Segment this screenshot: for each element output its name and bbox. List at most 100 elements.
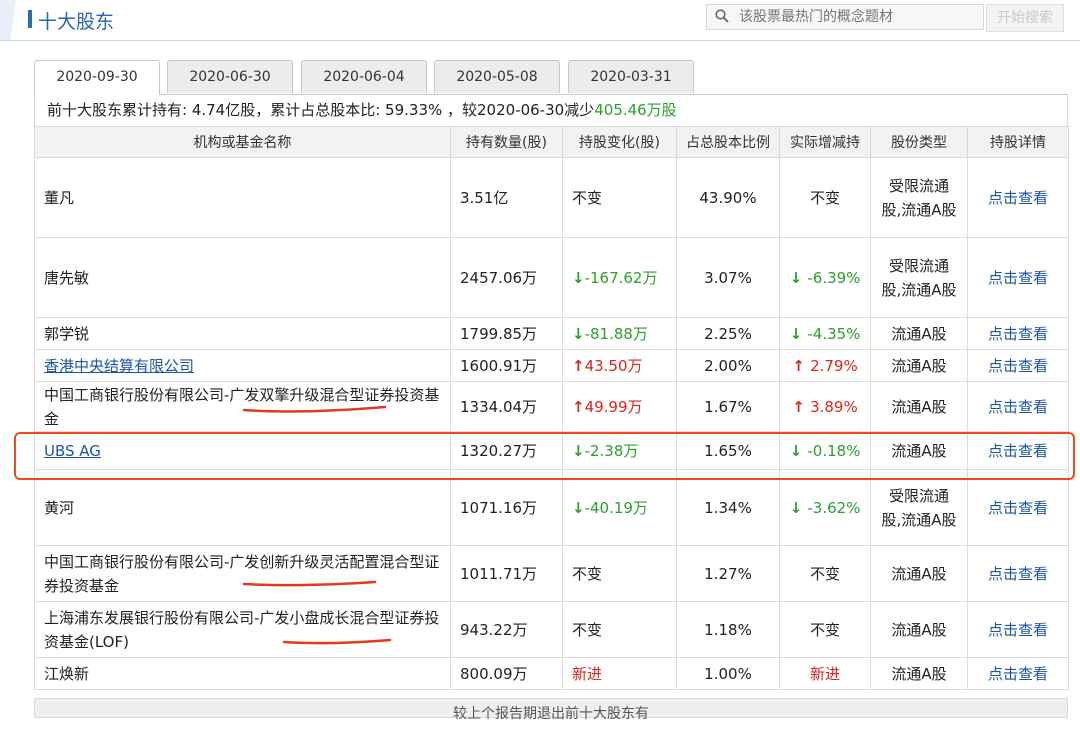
holding-change: 新进 [562, 657, 677, 690]
holder-name-link[interactable]: 香港中央结算有限公司 [44, 357, 194, 375]
actual-change: ↑ 3.89% [779, 381, 871, 432]
actual-change: ↓ -6.39% [779, 237, 871, 318]
share-ratio: 2.25% [676, 317, 780, 350]
arrow-up-icon: ↑ [792, 397, 811, 416]
holding-qty: 1600.91万 [450, 349, 563, 382]
arrow-down-icon: ↓ [789, 498, 808, 517]
share-ratio: 1.34% [676, 469, 780, 546]
view-detail-link[interactable]: 点击查看 [988, 269, 1048, 287]
header-stripe [0, 0, 16, 40]
holding-change: 不变 [562, 601, 677, 658]
holding-qty: 1320.27万 [450, 431, 563, 470]
share-type: 流通A股 [870, 601, 968, 658]
holders-table: 机构或基金名称 持有数量(股) 持股变化(股) 占总股本比例 实际增减持 股份类… [34, 126, 1069, 690]
tab-2020-09-30[interactable]: 2020-09-30 [34, 60, 160, 95]
table-row: 中国工商银行股份有限公司-广发创新升级灵活配置混合型证券投资基金 1011.71万… [34, 545, 1069, 602]
view-detail-link[interactable]: 点击查看 [988, 621, 1048, 639]
holder-name-cell: 江焕新 [34, 657, 451, 690]
detail-cell[interactable]: 点击查看 [967, 657, 1069, 690]
share-ratio: 1.67% [676, 381, 780, 432]
view-detail-link[interactable]: 点击查看 [988, 665, 1048, 683]
holder-name-cell: 中国工商银行股份有限公司-广发创新升级灵活配置混合型证券投资基金 [34, 545, 451, 602]
share-ratio: 1.18% [676, 601, 780, 658]
holding-change: 不变 [562, 157, 677, 238]
arrow-down-icon: ↓ [789, 268, 808, 287]
holder-name-cell: 黄河 [34, 469, 451, 546]
col-header-change: 持股变化(股) [562, 126, 677, 158]
holding-change-value: -40.19万 [584, 499, 648, 517]
holder-name-cell[interactable]: 香港中央结算有限公司 [34, 349, 451, 382]
table-row: 黄河 1071.16万 ↓-40.19万 1.34% ↓ -3.62% 受限流通股,流通A… [34, 469, 1069, 546]
view-detail-link[interactable]: 点击查看 [988, 398, 1048, 416]
search-button[interactable]: 开始搜索 [986, 4, 1064, 32]
view-detail-link[interactable]: 点击查看 [988, 357, 1048, 375]
holder-name-link[interactable]: UBS AG [44, 442, 101, 460]
holding-change: ↑43.50万 [562, 349, 677, 382]
holding-change: ↓-40.19万 [562, 469, 677, 546]
arrow-down-icon: ↓ [789, 441, 808, 460]
holding-change: 不变 [562, 545, 677, 602]
tab-2020-03-31[interactable]: 2020-03-31 [568, 60, 694, 93]
holding-qty: 1799.85万 [450, 317, 563, 350]
search-input[interactable] [737, 7, 979, 27]
arrow-down-icon: ↓ [572, 269, 585, 287]
holding-change-value: 新进 [572, 665, 603, 683]
detail-cell[interactable]: 点击查看 [967, 381, 1069, 432]
actual-change: ↑ 2.79% [779, 349, 871, 382]
actual-change: ↓ -0.18% [779, 431, 871, 470]
detail-cell[interactable]: 点击查看 [967, 237, 1069, 318]
detail-cell[interactable]: 点击查看 [967, 469, 1069, 546]
tab-2020-06-30[interactable]: 2020-06-30 [167, 60, 293, 93]
holder-name-cell[interactable]: UBS AG [34, 431, 451, 470]
table-row: 上海浦东发展银行股份有限公司-广发小盘成长混合型证券投资基金(LOF) 943.2… [34, 601, 1069, 658]
view-detail-link[interactable]: 点击查看 [988, 442, 1048, 460]
holder-name-cell: 郭学锐 [34, 317, 451, 350]
table-row: UBS AG 1320.27万 ↓-2.38万 1.65% ↓ -0.18% 流通A股 点击… [34, 431, 1069, 470]
tab-2020-06-04[interactable]: 2020-06-04 [301, 60, 427, 93]
detail-cell[interactable]: 点击查看 [967, 157, 1069, 238]
arrow-down-icon: ↓ [789, 324, 808, 343]
holder-name-cell: 唐先敏 [34, 237, 451, 318]
actual-change: 新进 [779, 657, 871, 690]
detail-cell[interactable]: 点击查看 [967, 545, 1069, 602]
holding-change-value: 不变 [572, 565, 603, 583]
top-ten-holders-panel: 2020-09-30 2020-06-30 2020-06-04 2020-05… [34, 60, 1069, 722]
table-row: 江焕新 800.09万 新进 1.00% 新进 流通A股 点击查看 [34, 657, 1069, 690]
actual-change-value: -3.62% [807, 498, 861, 517]
holding-qty: 943.22万 [450, 601, 563, 658]
detail-cell[interactable]: 点击查看 [967, 349, 1069, 382]
holding-qty: 3.51亿 [450, 157, 563, 238]
detail-cell[interactable]: 点击查看 [967, 317, 1069, 350]
holding-change-value: 不变 [572, 621, 603, 639]
header-accent-bar [28, 10, 32, 28]
exited-holders-text: 较上个报告期退出前十大股东有 [453, 706, 649, 722]
share-type: 流通A股 [870, 381, 968, 432]
view-detail-link[interactable]: 点击查看 [988, 189, 1048, 207]
view-detail-link[interactable]: 点击查看 [988, 325, 1048, 343]
search-box[interactable] [706, 4, 984, 30]
holding-change: ↓-2.38万 [562, 431, 677, 470]
section-title: 十大股东 [38, 11, 115, 33]
detail-cell[interactable]: 点击查看 [967, 601, 1069, 658]
view-detail-link[interactable]: 点击查看 [988, 499, 1048, 517]
holding-change-value: 不变 [572, 189, 603, 207]
share-ratio: 2.00% [676, 349, 780, 382]
actual-change: ↓ -4.35% [779, 317, 871, 350]
actual-change-value: 3.89% [810, 397, 858, 416]
arrow-up-icon: ↑ [792, 356, 811, 375]
view-detail-link[interactable]: 点击查看 [988, 565, 1048, 583]
col-header-qty: 持有数量(股) [450, 126, 563, 158]
col-header-actual: 实际增减持 [779, 126, 871, 158]
col-header-type: 股份类型 [870, 126, 968, 158]
actual-change-value: 不变 [809, 189, 840, 207]
share-ratio: 1.65% [676, 431, 780, 470]
detail-cell[interactable]: 点击查看 [967, 431, 1069, 470]
tab-2020-05-08[interactable]: 2020-05-08 [434, 60, 560, 93]
actual-change: 不变 [779, 545, 871, 602]
col-header-ratio: 占总股本比例 [676, 126, 780, 158]
actual-change-value: 2.79% [810, 356, 858, 375]
share-type: 流通A股 [870, 657, 968, 690]
actual-change: 不变 [779, 601, 871, 658]
share-type: 流通A股 [870, 431, 968, 470]
holder-name-cell: 上海浦东发展银行股份有限公司-广发小盘成长混合型证券投资基金(LOF) [34, 601, 451, 658]
